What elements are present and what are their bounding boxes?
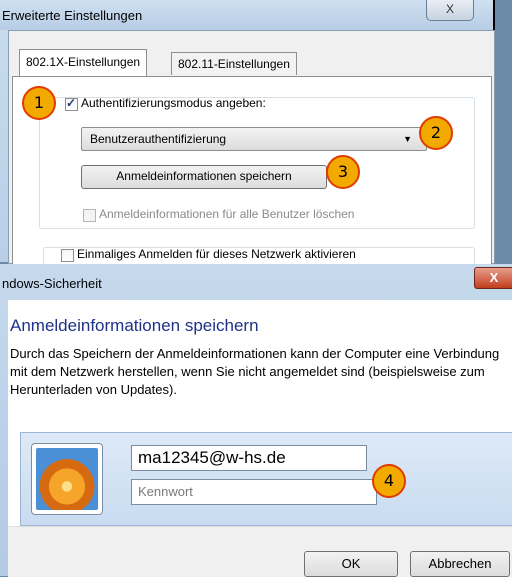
callout-badge-4: 4 [372,464,406,498]
callout-badge-1: 1 [22,86,56,120]
tab-page-8021x: Authentifizierungsmodus angeben: Benutze… [12,76,492,289]
advanced-settings-dialog: 802.1X-Einstellungen 802.11-Einstellunge… [8,30,495,289]
close-icon: X [445,2,454,16]
tab-80211-settings[interactable]: 802.11-Einstellungen [171,52,297,75]
dialog-heading: Anmeldeinformationen speichern [10,316,259,335]
credential-tile-area: ma12345@w-hs.de Kennwort [20,432,512,526]
auth-mode-select-value: Benutzerauthentifizierung [90,132,227,146]
close-icon: X [489,270,499,285]
delete-all-credentials-label: Anmeldeinformationen für alle Benutzer l… [99,207,355,221]
close-button[interactable]: X [426,0,474,21]
ok-button[interactable]: OK [304,551,398,577]
dialog-description: Durch das Speichern der Anmeldeinformati… [10,346,500,397]
advanced-settings-titlebar: Erweiterte Einstellungen X [0,0,493,30]
callout-badge-3: 3 [326,155,360,189]
chevron-down-icon: ▼ [403,134,412,144]
sso-label: Einmaliges Anmelden für dieses Netzwerk … [77,247,356,261]
username-input[interactable]: ma12345@w-hs.de [131,445,367,471]
save-credentials-button[interactable]: Anmeldeinformationen speichern [81,165,327,189]
delete-all-credentials-checkbox [83,209,96,222]
sso-checkbox[interactable] [61,249,74,262]
auth-mode-label: Authentifizierungsmodus angeben: [81,96,266,110]
user-avatar-flower-icon [36,448,98,510]
password-input[interactable]: Kennwort [131,479,377,505]
windows-security-title: ndows-Sicherheit [2,276,102,291]
tab-8021x-settings[interactable]: 802.1X-Einstellungen [19,49,148,76]
auth-mode-select[interactable]: Benutzerauthentifizierung ▼ [81,127,427,151]
user-picture [31,443,103,515]
advanced-settings-title: Erweiterte Einstellungen [2,8,143,23]
callout-badge-2: 2 [419,116,453,150]
password-placeholder: Kennwort [138,484,193,499]
dialog-footer: OK Abbrechen [8,526,512,577]
windows-security-window: ndows-Sicherheit X Anmeldeinformationen … [0,264,512,577]
cancel-button[interactable]: Abbrechen [410,551,510,577]
auth-mode-checkbox[interactable] [65,96,78,111]
windows-security-titlebar: ndows-Sicherheit X [0,264,512,300]
close-button[interactable]: X [474,267,512,289]
